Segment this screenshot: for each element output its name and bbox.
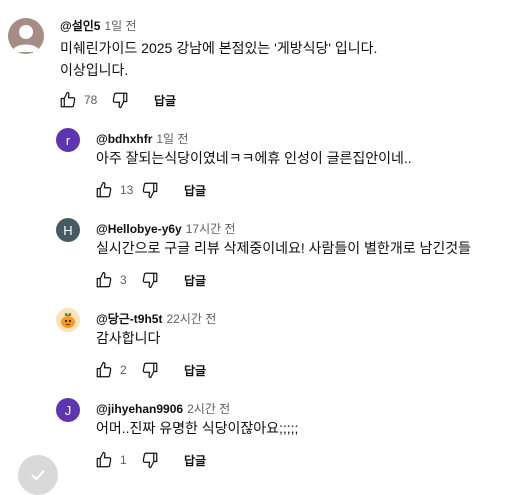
dislike-button[interactable]	[140, 180, 160, 200]
reply-time[interactable]: 17시간 전	[186, 222, 236, 236]
reply-button[interactable]: 답글	[184, 452, 206, 469]
avatar[interactable]	[8, 18, 44, 54]
reply-actions: 13 답글	[94, 180, 206, 200]
reply-actions: 1 답글	[94, 450, 206, 470]
thumbs-down-icon	[142, 272, 158, 289]
reply-comment: H @Hellobye-y6y 17시간 전 실시간으로 구글 리뷰 삭제중이네요…	[0, 210, 522, 300]
reply-author[interactable]: @당근-t9h5t	[96, 312, 162, 326]
like-button[interactable]	[58, 90, 78, 110]
comment-text-line: 이상입니다.	[60, 62, 129, 78]
avatar[interactable]: J	[56, 398, 80, 422]
like-button[interactable]	[94, 360, 114, 380]
reply-header: @Hellobye-y6y 17시간 전	[96, 220, 236, 237]
comment-thread: @설인5 1일 전 미쉐린가이드 2025 강남에 본점있는 '게방식당' 입니다…	[0, 0, 522, 120]
dislike-button[interactable]	[140, 270, 160, 290]
checkmark-button[interactable]	[18, 455, 58, 495]
like-button[interactable]	[94, 180, 114, 200]
reply-comment: @당근-t9h5t 22시간 전 감사합니다 2 답글	[0, 300, 522, 390]
thumbs-up-icon	[96, 181, 112, 198]
avatar-letter: r	[65, 132, 71, 148]
reply-button[interactable]: 답글	[154, 92, 176, 109]
reply-time[interactable]: 22시간 전	[166, 312, 216, 326]
user-silhouette-icon	[12, 25, 40, 52]
reply-button[interactable]: 답글	[184, 362, 206, 379]
like-count: 1	[120, 453, 127, 467]
thumbs-up-icon	[96, 451, 112, 468]
reply-header: @당근-t9h5t 22시간 전	[96, 310, 216, 327]
comment-header: @설인5 1일 전	[60, 17, 137, 34]
carrot-character-icon	[56, 308, 80, 332]
reply-actions: 3 답글	[94, 270, 206, 290]
dislike-button[interactable]	[140, 450, 160, 470]
thumbs-down-icon	[142, 452, 158, 469]
like-button[interactable]	[94, 450, 114, 470]
reply-text: 아주 잘되는식당이였네ㅋㅋ에휴 인성이 글른집안이네..	[96, 150, 412, 166]
thumbs-down-icon	[142, 362, 158, 379]
reply-text: 감사합니다	[96, 330, 161, 346]
thumbs-up-icon	[96, 361, 112, 378]
avatar[interactable]: H	[56, 218, 80, 242]
reply-comment: J @jihyehan9906 2시간 전 어머..진짜 유명한 식당이잖아요;;…	[0, 390, 522, 471]
thumbs-up-icon	[96, 271, 112, 288]
dislike-button[interactable]	[110, 90, 130, 110]
like-count: 78	[84, 93, 98, 107]
reply-button[interactable]: 답글	[184, 182, 206, 199]
like-button[interactable]	[94, 270, 114, 290]
thumbs-down-icon	[112, 92, 128, 109]
comment-actions: 78 답글	[58, 90, 176, 110]
thumbs-up-icon	[60, 91, 76, 108]
comment-time[interactable]: 1일 전	[104, 19, 136, 33]
avatar-letter: J	[64, 402, 72, 418]
reply-header: @jihyehan9906 2시간 전	[96, 400, 230, 417]
reply-text: 실시간으로 구글 리뷰 삭제중이네요! 사람들이 별한개로 남긴것들	[96, 240, 471, 256]
thumbs-down-icon	[142, 182, 158, 199]
reply-author[interactable]: @jihyehan9906	[96, 402, 183, 416]
reply-actions: 2 답글	[94, 360, 206, 380]
avatar[interactable]: r	[56, 128, 80, 152]
comment-text-line: 미쉐린가이드 2025 강남에 본점있는 '게방식당' 입니다.	[60, 40, 378, 56]
check-icon	[31, 470, 45, 481]
reply-comment: r @bdhxhfr 1일 전 아주 잘되는식당이였네ㅋㅋ에휴 인성이 글른집안이…	[0, 120, 522, 210]
reply-header: @bdhxhfr 1일 전	[96, 130, 188, 147]
reply-author[interactable]: @Hellobye-y6y	[96, 222, 182, 236]
reply-text: 어머..진짜 유명한 식당이잖아요;;;;;	[96, 420, 299, 436]
like-count: 13	[120, 183, 134, 197]
reply-author[interactable]: @bdhxhfr	[96, 132, 152, 146]
reply-button[interactable]: 답글	[184, 272, 206, 289]
comment-author[interactable]: @설인5	[60, 19, 100, 33]
like-count: 3	[120, 273, 127, 287]
reply-time[interactable]: 2시간 전	[187, 402, 230, 416]
reply-time[interactable]: 1일 전	[156, 132, 188, 146]
avatar-letter: H	[63, 222, 73, 238]
dislike-button[interactable]	[140, 360, 160, 380]
avatar[interactable]	[56, 308, 80, 332]
like-count: 2	[120, 363, 127, 377]
